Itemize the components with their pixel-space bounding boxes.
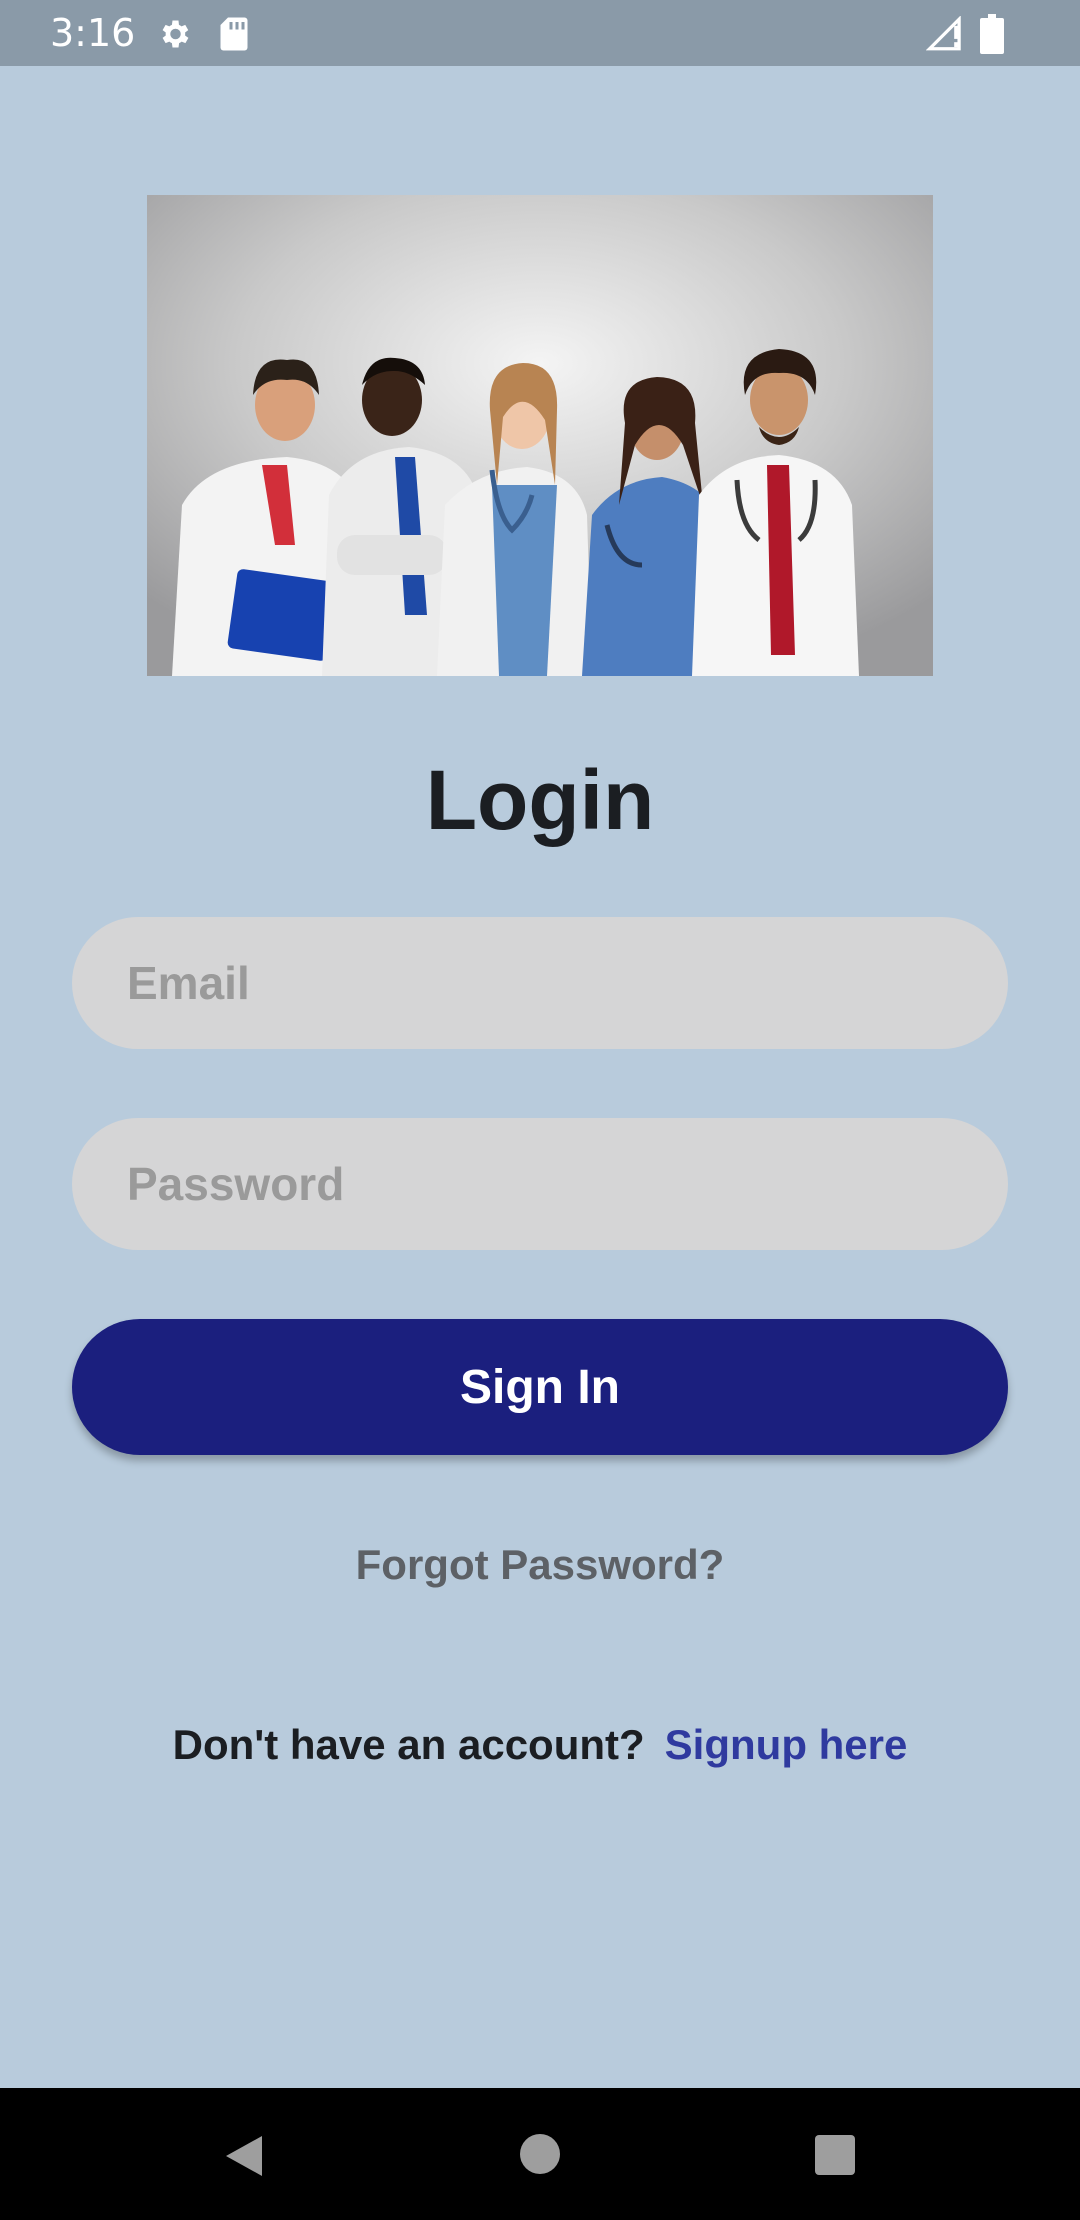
signal-icon <box>926 16 961 51</box>
password-field[interactable] <box>72 1118 1008 1250</box>
sign-in-button[interactable]: Sign In <box>72 1319 1008 1455</box>
signup-link[interactable]: Signup here <box>665 1721 908 1768</box>
signup-row: Don't have an account? Signup here <box>0 1715 1080 1775</box>
signup-prompt: Don't have an account? <box>172 1721 645 1768</box>
page-title: Login <box>425 753 655 847</box>
navigation-bar <box>0 2088 1080 2220</box>
home-icon[interactable] <box>518 2132 562 2176</box>
sd-card-icon <box>220 17 248 51</box>
battery-icon <box>980 14 1004 54</box>
medical-team-image <box>147 195 933 676</box>
gear-icon <box>162 20 189 48</box>
status-bar: 3:16 <box>0 0 1080 66</box>
status-time: 3:16 <box>50 11 136 55</box>
recents-icon[interactable] <box>814 2134 856 2176</box>
email-field[interactable] <box>72 917 1008 1049</box>
forgot-password-link[interactable]: Forgot Password? <box>0 1535 1080 1595</box>
back-icon[interactable] <box>222 2132 266 2180</box>
